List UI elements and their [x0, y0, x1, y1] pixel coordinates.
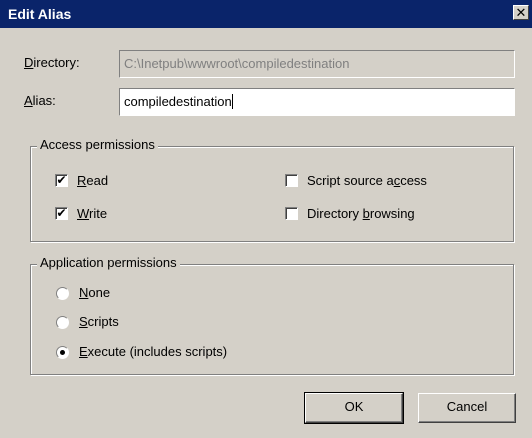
scripts-radio[interactable]	[56, 316, 69, 329]
cancel-button[interactable]: Cancel	[418, 393, 516, 423]
close-icon: ✕	[515, 5, 527, 20]
execute-radio[interactable]	[56, 346, 69, 359]
script-source-access-label[interactable]: Script source access	[307, 173, 427, 188]
close-button[interactable]: ✕	[513, 5, 529, 20]
scripts-label[interactable]: Scripts	[79, 314, 119, 329]
text-caret	[231, 94, 233, 109]
access-permissions-group	[30, 146, 514, 242]
radio-selected-dot	[60, 350, 65, 355]
window-title: Edit Alias	[8, 6, 72, 22]
directory-browsing-label[interactable]: Directory browsing	[307, 206, 415, 221]
directory-field: C:\Inetpub\wwwroot\compiledestination	[119, 50, 515, 78]
none-label[interactable]: None	[79, 285, 110, 300]
read-checkbox[interactable]: ✔	[55, 174, 68, 187]
check-icon: ✔	[56, 206, 67, 220]
write-checkbox[interactable]: ✔	[55, 207, 68, 220]
read-label[interactable]: Read	[77, 173, 108, 188]
alias-label: Alias:	[24, 93, 56, 108]
check-icon: ✔	[56, 173, 67, 187]
directory-browsing-checkbox[interactable]	[285, 207, 298, 220]
write-label[interactable]: Write	[77, 206, 107, 221]
ok-button[interactable]: OK	[304, 392, 404, 424]
alias-input[interactable]: compiledestination	[119, 88, 515, 116]
directory-label: Directory:	[24, 55, 80, 70]
none-radio[interactable]	[56, 287, 69, 300]
title-bar[interactable]: Edit Alias ✕	[0, 0, 532, 28]
execute-label[interactable]: Execute (includes scripts)	[79, 344, 227, 359]
access-permissions-legend: Access permissions	[37, 137, 158, 152]
application-permissions-legend: Application permissions	[37, 255, 180, 270]
script-source-access-checkbox[interactable]	[285, 174, 298, 187]
